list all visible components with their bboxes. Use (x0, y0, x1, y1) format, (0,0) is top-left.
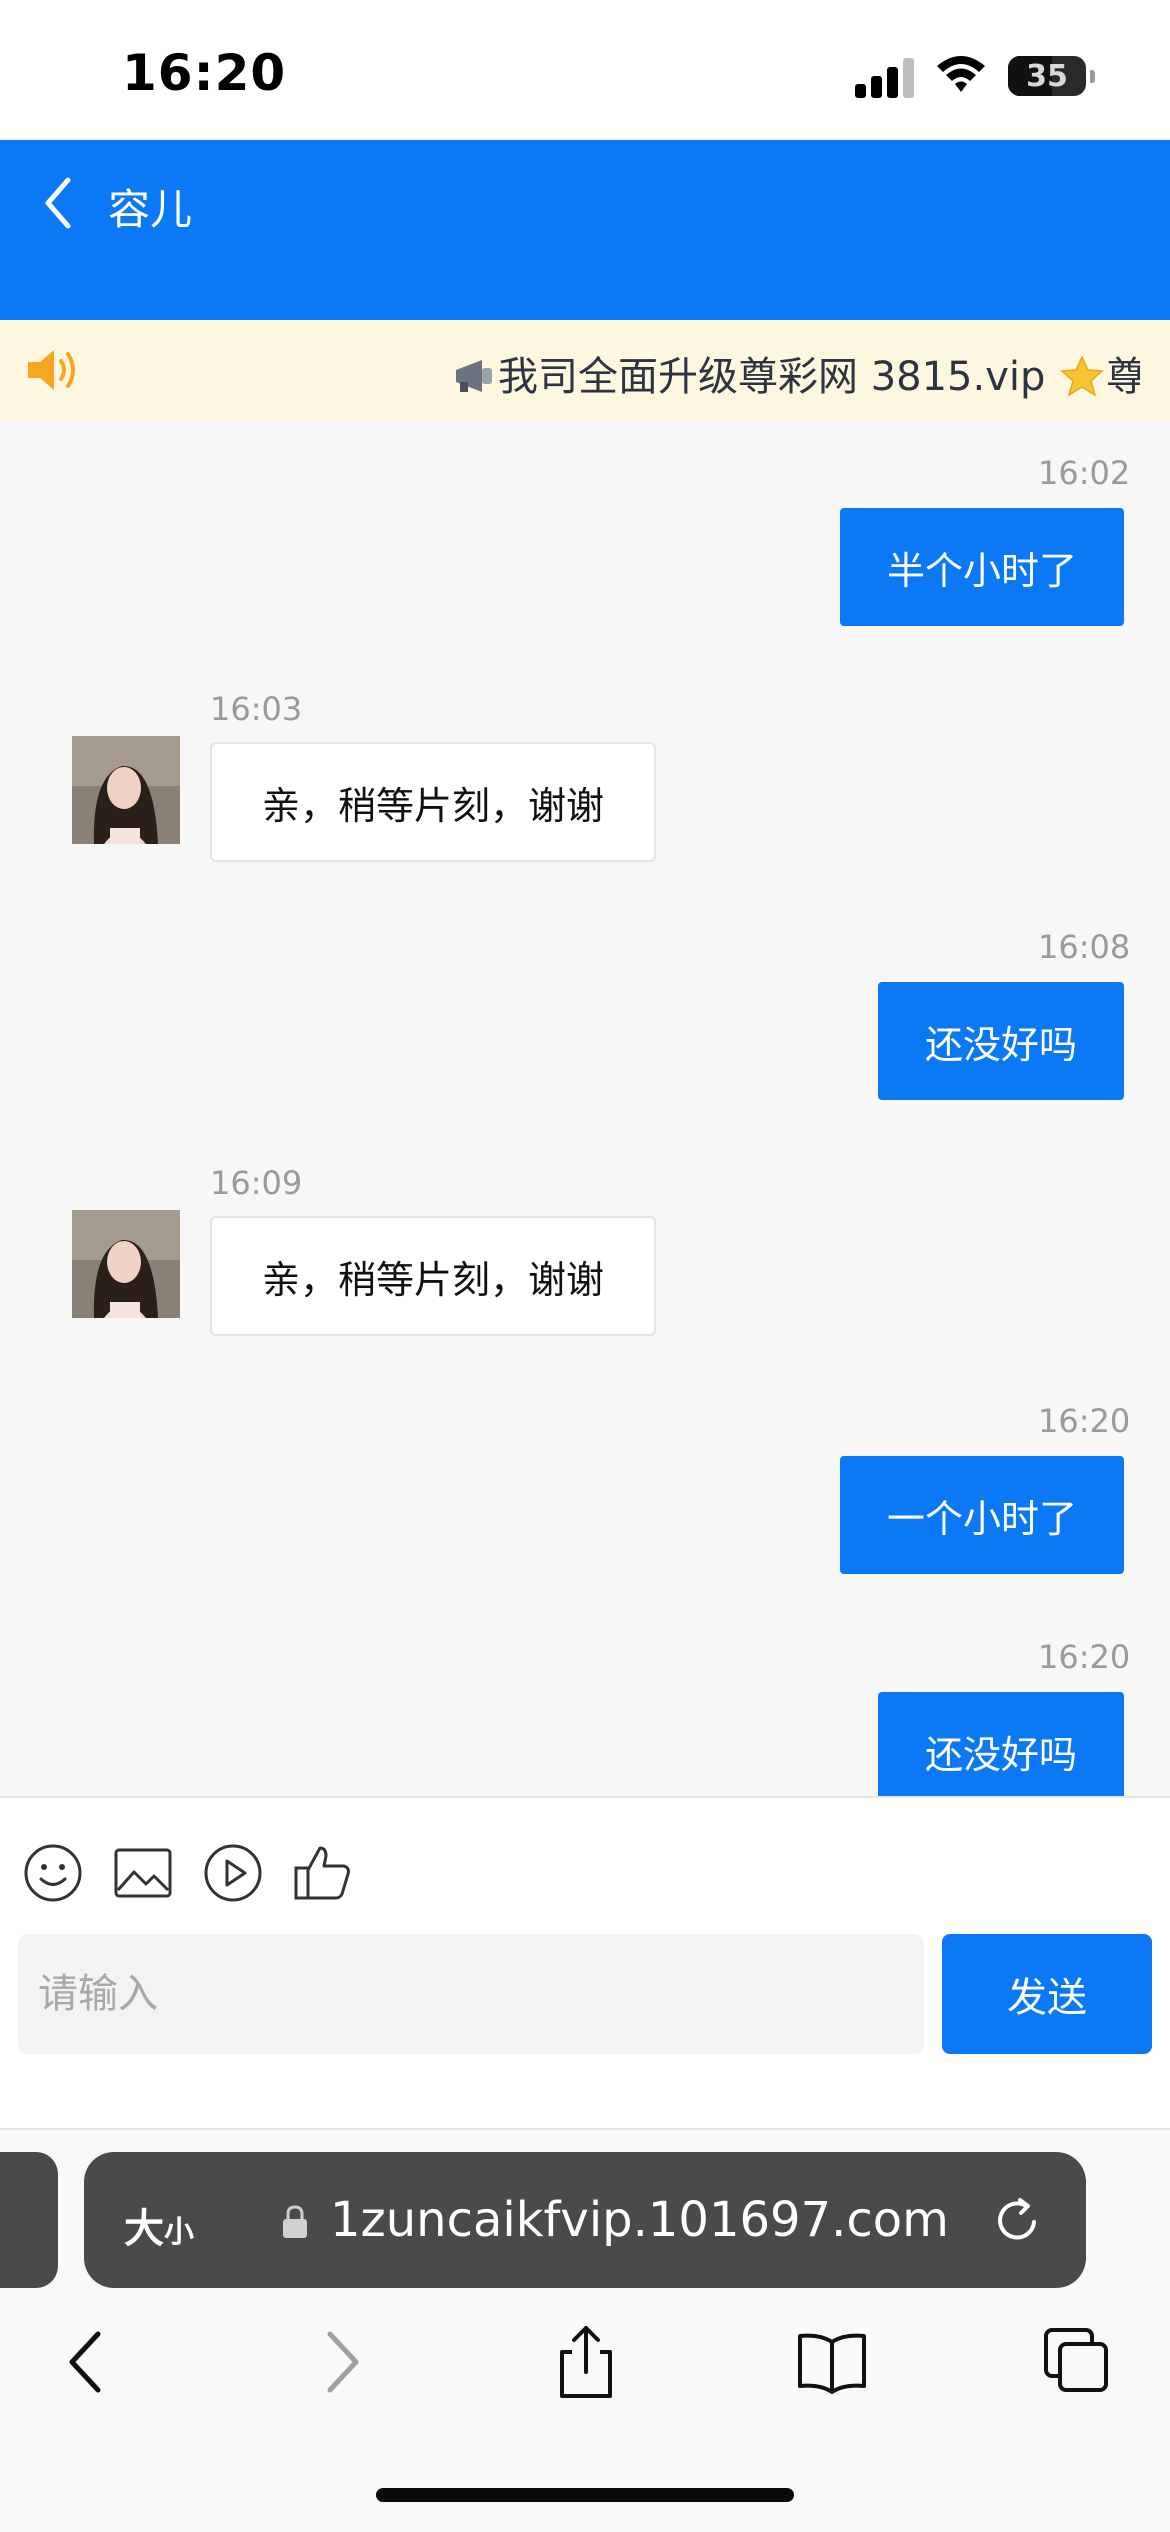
star-icon (1060, 355, 1104, 397)
tabs-icon[interactable] (1036, 2322, 1116, 2402)
share-icon[interactable] (546, 2322, 626, 2402)
message-timestamp: 16:20 (1038, 1402, 1131, 1440)
outgoing-message-bubble[interactable]: 还没好吗 (878, 982, 1124, 1100)
message-timestamp: 16:09 (210, 1164, 303, 1202)
outgoing-message-bubble[interactable]: 一个小时了 (840, 1456, 1124, 1574)
image-icon[interactable] (112, 1842, 174, 1904)
reload-icon[interactable] (990, 2192, 1046, 2248)
address-bar[interactable]: 大小 1zuncaikfvip.101697.com (84, 2152, 1086, 2288)
status-time: 16:20 (122, 44, 287, 102)
previous-tab-peek[interactable] (0, 2152, 58, 2288)
contact-avatar[interactable] (72, 736, 180, 844)
thumbs-up-icon[interactable] (292, 1842, 354, 1904)
browser-toolbar: 大小 1zuncaikfvip.101697.com (0, 2128, 1170, 2532)
contact-name: 容儿 (108, 185, 193, 234)
send-button[interactable]: 发送 (942, 1934, 1152, 2054)
notice-text: 我司全面升级尊彩网 3815.vip (498, 354, 1046, 400)
avatar-photo-icon (72, 1210, 180, 1318)
notice-fade (1140, 320, 1170, 420)
incoming-message-bubble[interactable]: 亲，稍等片刻，谢谢 (210, 742, 656, 862)
wifi-icon (937, 56, 985, 92)
cellular-signal-icon (855, 58, 915, 98)
status-bar: 16:20 35 (0, 0, 1170, 140)
emoji-icon[interactable] (22, 1842, 84, 1904)
message-composer: 发送 (0, 1796, 1170, 2128)
back-button[interactable] (30, 168, 90, 238)
avatar-photo-icon (72, 736, 180, 844)
chat-message-list[interactable]: 16:02 半个小时了 16:03 亲，稍等片刻，谢谢 16:08 还没好吗 1… (0, 420, 1170, 1796)
url-text: 1zuncaikfvip.101697.com (330, 2192, 949, 2248)
message-timestamp: 16:08 (1038, 928, 1131, 966)
outgoing-message-bubble[interactable]: 半个小时了 (840, 508, 1124, 626)
message-timestamp: 16:03 (210, 690, 303, 728)
text-size-button[interactable]: 大小 (124, 2196, 194, 2254)
video-icon[interactable] (202, 1842, 264, 1904)
notice-bar: 我司全面升级尊彩网 3815.vip 尊彩 (0, 320, 1170, 420)
notice-marquee: 我司全面升级尊彩网 3815.vip 尊彩 (452, 344, 1170, 402)
megaphone-icon (456, 360, 492, 392)
speaker-icon (28, 350, 75, 390)
message-timestamp: 16:20 (1038, 1638, 1131, 1676)
home-indicator[interactable] (376, 2488, 794, 2502)
contact-avatar[interactable] (72, 1210, 180, 1318)
incoming-message-bubble[interactable]: 亲，稍等片刻，谢谢 (210, 1216, 656, 1336)
battery-tip (1090, 70, 1095, 83)
outgoing-message-bubble[interactable]: 还没好吗 (878, 1692, 1124, 1796)
battery-icon: 35 (1008, 56, 1086, 96)
battery-percent: 35 (1026, 59, 1068, 94)
message-input[interactable] (18, 1934, 924, 2054)
lock-icon (283, 2205, 307, 2238)
message-timestamp: 16:02 (1038, 454, 1131, 492)
bookmarks-icon[interactable] (792, 2322, 872, 2402)
browser-back-icon[interactable] (48, 2322, 128, 2402)
chat-header: 容儿 (0, 140, 1170, 320)
browser-forward-icon[interactable] (300, 2322, 380, 2402)
